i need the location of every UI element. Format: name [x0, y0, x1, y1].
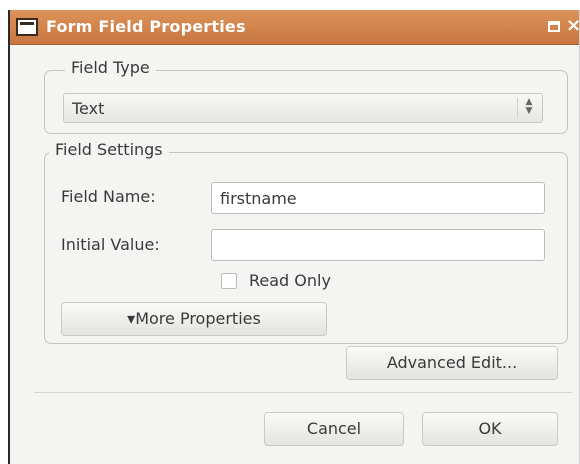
maximize-icon[interactable] — [548, 21, 560, 32]
field-type-selected-value: Text — [72, 99, 105, 118]
window-title: Form Field Properties — [46, 17, 246, 36]
spin-arrows-icon: ▲ ▼ — [517, 98, 536, 118]
title-bar[interactable]: Form Field Properties × — [10, 10, 580, 45]
read-only-label[interactable]: Read Only — [249, 271, 331, 290]
cancel-button[interactable]: Cancel — [264, 412, 404, 446]
read-only-checkbox[interactable] — [221, 273, 237, 289]
advanced-edit-button[interactable]: Advanced Edit... — [346, 346, 558, 380]
form-field-properties-dialog: Form Field Properties × Field Type Text … — [8, 10, 580, 464]
field-type-group-label: Field Type — [65, 58, 156, 77]
divider — [34, 392, 572, 393]
ok-button[interactable]: OK — [422, 412, 558, 446]
field-type-group: Field Type Text ▲ ▼ — [44, 58, 568, 134]
close-icon[interactable]: × — [566, 15, 580, 36]
field-name-label: Field Name: — [61, 187, 156, 206]
form-icon — [16, 18, 38, 36]
field-name-input[interactable]: firstname — [211, 182, 545, 214]
field-settings-group-label: Field Settings — [49, 140, 169, 159]
initial-value-label: Initial Value: — [61, 235, 160, 254]
more-properties-button[interactable]: ▾More Properties — [61, 302, 327, 336]
initial-value-input[interactable] — [211, 229, 545, 261]
field-type-select[interactable]: Text ▲ ▼ — [63, 93, 543, 123]
field-settings-group: Field Settings Field Name: firstname Ini… — [44, 140, 568, 344]
